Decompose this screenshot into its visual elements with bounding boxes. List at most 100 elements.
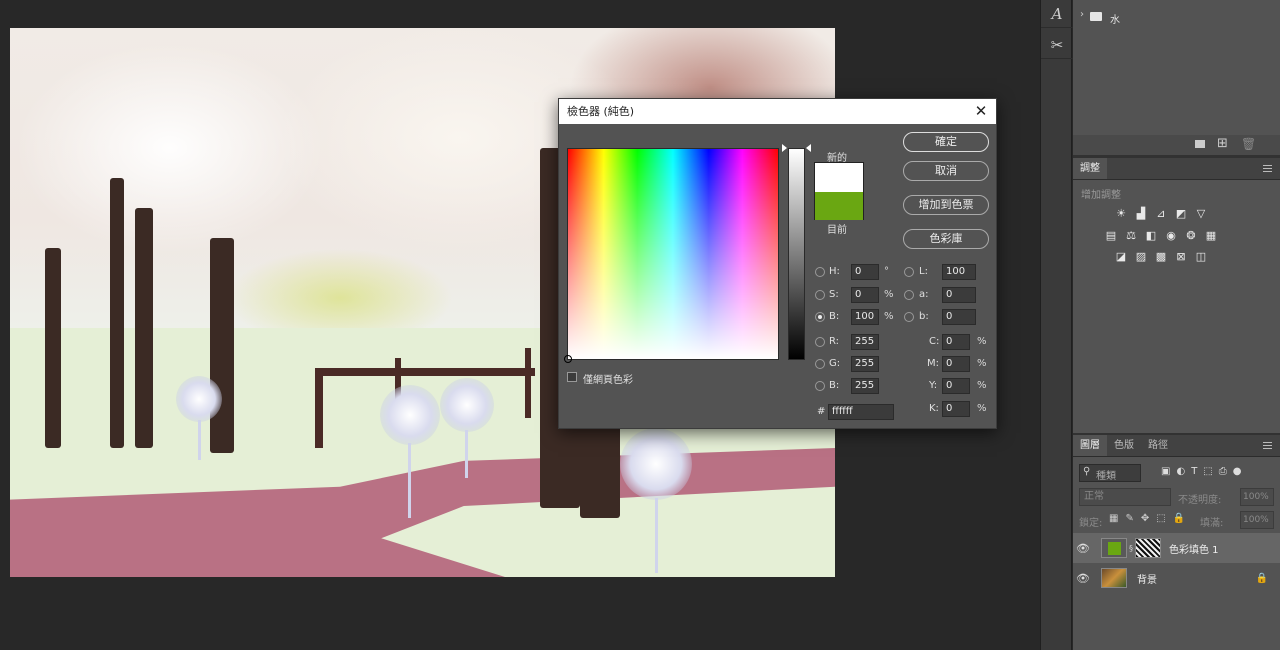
add-to-swatches-button[interactable]: 增加到色票 [903,195,989,215]
type-filter-icon[interactable]: T [1191,466,1197,477]
m-field[interactable]: 0 [942,356,970,372]
color-swatch [814,162,864,220]
panel-menu-icon[interactable] [1263,442,1272,449]
channel-mixer-icon[interactable]: ❂ [1183,229,1199,242]
b-field[interactable]: 100 [851,309,879,325]
current-color-swatch[interactable] [815,192,863,220]
y-field[interactable]: 0 [942,378,970,394]
layer-filter-field[interactable]: ⚲ 種類 [1079,464,1141,482]
blend-mode-select[interactable]: 正常 [1079,488,1171,506]
color-field-marker[interactable] [564,355,572,363]
hue-saturation-icon[interactable]: ▤ [1103,229,1119,242]
threshold-icon[interactable]: ▩ [1153,250,1169,263]
adjustment-filter-icon[interactable]: ◐ [1176,466,1185,477]
close-icon[interactable]: ✕ [972,102,990,120]
lab-b-field[interactable]: 0 [942,309,976,325]
gradient-map-icon[interactable]: ◫ [1193,250,1209,263]
layer-row-fill[interactable]: 👁 § 色彩填色 1 [1073,533,1280,563]
color-field[interactable] [564,148,779,363]
opacity-field[interactable]: 100% [1240,488,1274,506]
fill-layer-thumb[interactable] [1101,538,1127,558]
radio-r[interactable] [815,337,825,347]
m-label: M: [927,358,939,369]
g-field[interactable]: 255 [851,356,879,372]
radio-g[interactable] [815,359,825,369]
smart-object-filter-icon[interactable]: ⎙ [1219,466,1227,477]
new-item-icon[interactable]: ⊞ [1217,136,1228,151]
character-icon[interactable]: A [1041,0,1073,28]
slider-handle-left[interactable] [782,144,787,152]
layer-name[interactable]: 色彩填色 1 [1169,541,1219,556]
tab-layers[interactable]: 圖層 [1073,435,1107,456]
h-field[interactable]: 0 [851,264,879,280]
dandelion-light [176,376,222,422]
folder-icon [1090,12,1102,21]
tab-channels[interactable]: 色版 [1107,435,1141,456]
lab-b-label: b: [919,311,929,322]
layer-row-background[interactable]: 👁 背景 🔒 [1073,563,1280,593]
l-field[interactable]: 100 [942,264,976,280]
lock-image-icon[interactable]: ✎ [1125,513,1133,524]
visibility-eye-icon[interactable]: 👁 [1073,572,1093,585]
invert-icon[interactable]: ◪ [1113,250,1129,263]
curves-icon[interactable]: ⊿ [1153,207,1169,220]
tab-paths[interactable]: 路徑 [1141,435,1175,456]
lock-all-icon[interactable]: 🔒 [1173,513,1185,524]
k-field[interactable]: 0 [942,401,970,417]
libraries-panel: › 水 ⊞ 🗑 [1073,0,1280,155]
layer-name[interactable]: 背景 [1137,571,1157,586]
trash-icon[interactable]: 🗑 [1241,137,1256,151]
vibrance-icon[interactable]: ▽ [1193,207,1209,220]
layer-mask-thumb[interactable] [1135,538,1161,558]
link-chain-icon[interactable]: § [1129,544,1133,553]
fill-field[interactable]: 100% [1240,511,1274,529]
chevron-right-icon[interactable]: › [1080,9,1084,20]
posterize-icon[interactable]: ▨ [1133,250,1149,263]
color-libraries-button[interactable]: 色彩庫 [903,229,989,249]
color-balance-icon[interactable]: ⚖ [1123,229,1139,242]
lock-icon: 🔒 [1255,572,1268,584]
shape-filter-icon[interactable]: ⬚ [1203,466,1212,477]
blue-field[interactable]: 255 [851,378,879,394]
lock-transparent-icon[interactable]: ▦ [1109,513,1118,524]
slider-handle-right[interactable] [806,144,811,152]
photo-filter-icon[interactable]: ◉ [1163,229,1179,242]
folder-name[interactable]: 水 [1110,11,1120,26]
tab-adjustments[interactable]: 調整 [1073,158,1107,179]
r-field[interactable]: 255 [851,334,879,350]
web-colors-checkbox[interactable] [567,372,577,382]
cancel-button[interactable]: 取消 [903,161,989,181]
exposure-icon[interactable]: ◩ [1173,207,1189,220]
lock-artboard-icon[interactable]: ⬚ [1156,513,1165,524]
c-field[interactable]: 0 [942,334,970,350]
filter-toggle-icon[interactable]: ● [1233,466,1242,477]
radio-b[interactable] [815,312,825,322]
fence-post [315,368,323,448]
radio-h[interactable] [815,267,825,277]
radio-a[interactable] [904,290,914,300]
a-field[interactable]: 0 [942,287,976,303]
new-folder-icon[interactable] [1195,140,1205,148]
lock-position-icon[interactable]: ✥ [1141,513,1149,524]
hex-field[interactable]: ffffff [828,404,894,420]
tool-presets-icon[interactable]: ✂ [1041,31,1073,59]
black-white-icon[interactable]: ◧ [1143,229,1159,242]
radio-lab-b[interactable] [904,312,914,322]
color-lookup-icon[interactable]: ▦ [1203,229,1219,242]
panel-menu-icon[interactable] [1263,165,1272,172]
radio-blue[interactable] [815,381,825,391]
radio-l[interactable] [904,267,914,277]
selective-color-icon[interactable]: ⊠ [1173,250,1189,263]
ok-button[interactable]: 確定 [903,132,989,152]
radio-s[interactable] [815,290,825,300]
levels-icon[interactable]: ▟ [1133,207,1149,220]
visibility-eye-icon[interactable]: 👁 [1073,542,1093,555]
m-unit: % [977,358,987,369]
brightness-slider[interactable] [788,148,805,360]
s-field[interactable]: 0 [851,287,879,303]
web-colors-label[interactable]: 僅網頁色彩 [583,371,633,386]
pixel-filter-icon[interactable]: ▣ [1161,466,1170,477]
dandelion-stem [655,498,658,573]
background-thumb[interactable] [1101,568,1127,588]
brightness-icon[interactable]: ☀ [1113,207,1129,220]
